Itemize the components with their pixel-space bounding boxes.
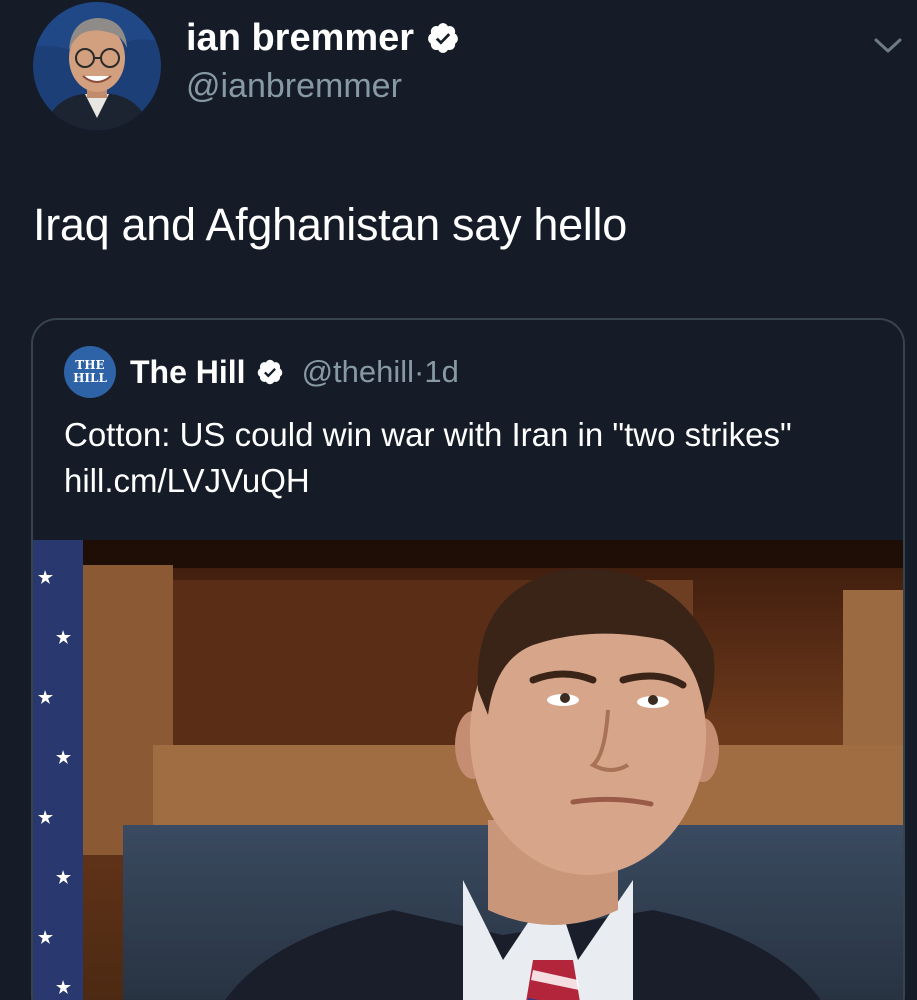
quoted-author-name[interactable]: The Hill	[130, 354, 246, 391]
quoted-tweet-text: Cotton: US could win war with Iran in "t…	[64, 412, 864, 504]
author-name-text: ian bremmer	[186, 17, 415, 59]
quoted-text-body: Cotton: US could win war with Iran in "t…	[64, 416, 792, 453]
hill-logo-line2: HILL	[73, 371, 107, 385]
the-hill-logo[interactable]: THE HILL	[64, 346, 116, 398]
quoted-tweet-header: THE HILL The Hill @thehill·1d	[64, 346, 459, 398]
meta-separator: ·	[414, 354, 425, 389]
quoted-author-handle[interactable]: @thehill·1d	[302, 354, 459, 390]
author-handle[interactable]: @ianbremmer	[186, 64, 402, 108]
tweet: ian bremmer @ianbremmer Iraq and Afghani…	[0, 0, 917, 1000]
verified-badge-icon	[426, 21, 460, 55]
tweet-text: Iraq and Afghanistan say hello	[33, 199, 627, 250]
quoted-tweet-image[interactable]	[33, 540, 903, 1000]
quoted-tweet-card[interactable]: THE HILL The Hill @thehill·1d Cotton: US…	[31, 318, 905, 1000]
verified-badge-icon	[256, 358, 284, 386]
chevron-down-icon[interactable]	[868, 30, 908, 60]
author-name[interactable]: ian bremmer	[186, 14, 460, 62]
author-avatar[interactable]	[33, 2, 161, 130]
quoted-timestamp[interactable]: 1d	[424, 354, 458, 389]
quoted-tweet-link[interactable]: hill.cm/LVJVuQH	[64, 462, 310, 499]
quoted-handle-text: @thehill	[301, 354, 415, 389]
